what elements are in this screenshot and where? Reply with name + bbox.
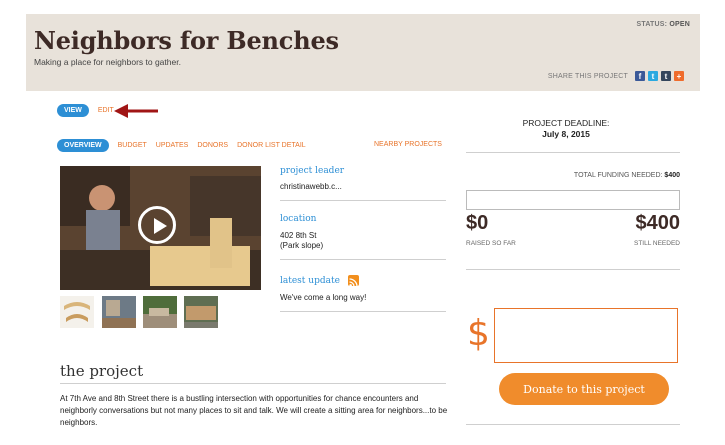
divider [280, 259, 446, 260]
project-leader-heading: project leader [280, 166, 345, 176]
project-tagline: Making a place for neighbors to gather. [34, 57, 181, 67]
facebook-icon[interactable]: f [635, 71, 645, 81]
thumbnail-2[interactable] [102, 296, 136, 328]
project-deadline: PROJECT DEADLINE: July 8, 2015 [466, 118, 666, 139]
divider [280, 311, 446, 312]
thumbnail-4[interactable] [184, 296, 218, 328]
location-neighborhood: (Park slope) [280, 241, 324, 250]
tab-nearby-projects[interactable]: NEARBY PROJECTS [374, 141, 442, 148]
deadline-date: July 8, 2015 [542, 129, 590, 139]
project-leader-value[interactable]: christinawebb.c... [280, 182, 342, 191]
tab-updates[interactable]: UPDATES [156, 142, 189, 149]
divider [466, 152, 680, 153]
status-indicator: STATUS: OPEN [637, 21, 691, 28]
arrow-left-icon [114, 104, 158, 118]
donation-amount-input[interactable] [494, 308, 678, 363]
needed-label: STILL NEEDED [634, 240, 680, 247]
rss-icon[interactable] [348, 275, 359, 287]
thumbnail-1[interactable] [60, 296, 94, 328]
divider [280, 200, 446, 201]
tab-donors[interactable]: DONORS [197, 142, 228, 149]
total-funding-label: TOTAL FUNDING NEEDED: [573, 172, 663, 179]
donate-button[interactable]: Donate to this project [499, 373, 669, 405]
latest-update-value[interactable]: We've come a long way! [280, 293, 366, 302]
currency-symbol: $ [467, 313, 490, 354]
divider [466, 424, 680, 425]
divider [60, 383, 446, 384]
status-label: STATUS: [636, 21, 668, 28]
view-button[interactable]: VIEW [57, 104, 89, 117]
project-title: Neighbors for Benches [34, 26, 339, 55]
tab-overview[interactable]: OVERVIEW [57, 139, 109, 152]
raised-amount: $0 [466, 212, 489, 234]
mode-switch: VIEW EDIT [57, 104, 114, 117]
tab-budget[interactable]: BUDGET [118, 142, 147, 149]
raised-label: RAISED SO FAR [466, 240, 516, 247]
project-video[interactable] [60, 166, 261, 290]
tumblr-icon[interactable]: t [661, 71, 671, 81]
edit-link[interactable]: EDIT [98, 107, 114, 114]
funding-progress-bar [466, 190, 680, 210]
thumbnail-3[interactable] [143, 296, 177, 328]
tab-donor-list-detail[interactable]: DONOR LIST DETAIL [237, 142, 306, 149]
status-value: OPEN [669, 21, 690, 28]
play-icon[interactable] [138, 206, 176, 244]
total-funding-value: $400 [664, 172, 680, 179]
location-heading: location [280, 214, 317, 224]
twitter-icon[interactable]: t [648, 71, 658, 81]
project-description: At 7th Ave and 8th Street there is a bus… [60, 394, 448, 427]
project-tabs: OVERVIEW BUDGET UPDATES DONORS DONOR LIS… [57, 139, 306, 152]
needed-amount: $400 [635, 212, 681, 234]
share-label: SHARE THIS PROJECT [547, 72, 628, 80]
latest-update-heading[interactable]: latest update [280, 276, 340, 286]
deadline-label: PROJECT DEADLINE: [522, 118, 610, 128]
total-funding: TOTAL FUNDING NEEDED: $400 [466, 172, 680, 179]
plus-icon[interactable]: + [674, 71, 684, 81]
divider [466, 269, 680, 270]
project-section-heading: the project [60, 362, 144, 380]
location-address: 402 8th St [280, 231, 317, 240]
share-bar: SHARE THIS PROJECT f t t + [548, 71, 684, 81]
